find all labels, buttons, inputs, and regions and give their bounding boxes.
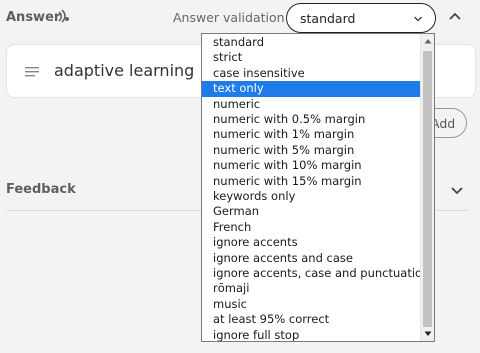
answer-validation-label: Answer validation (173, 10, 285, 25)
dropdown-option[interactable]: ignore accents, case and punctuation (202, 266, 429, 281)
dropdown-option[interactable]: standard (202, 35, 420, 50)
chevron-up-icon[interactable] (448, 11, 462, 21)
dropdown-option[interactable]: numeric with 15% margin (202, 174, 420, 189)
scroll-up-arrow-icon[interactable] (424, 38, 432, 44)
dropdown-option[interactable]: numeric with 1% margin (202, 127, 420, 142)
dropdown-option[interactable]: strict (202, 50, 420, 65)
feedback-section-title: Feedback (6, 182, 76, 197)
dropdown-option[interactable]: music (202, 297, 420, 312)
dropdown-scrollbar[interactable] (420, 34, 434, 341)
dropdown-option[interactable]: at least 95% correct (202, 312, 420, 327)
dropdown-option[interactable]: rōmaji (202, 281, 420, 296)
dropdown-option[interactable]: French (202, 220, 420, 235)
answer-validation-value: standard (300, 11, 356, 26)
dropdown-option[interactable]: keywords only (202, 189, 420, 204)
answer-text[interactable]: adaptive learning (54, 61, 194, 80)
dropdown-option-selected[interactable]: text only (202, 81, 420, 97)
answer-validation-select[interactable]: standard (286, 3, 436, 33)
audio-wave-icon[interactable] (56, 9, 72, 25)
answer-section-title: Answer (6, 10, 61, 25)
dropdown-option[interactable]: ignore accents (202, 235, 420, 250)
chevron-down-icon (414, 16, 422, 22)
dropdown-option[interactable]: numeric with 5% margin (202, 143, 420, 158)
dropdown-option[interactable]: numeric (202, 97, 420, 112)
answer-validation-dropdown[interactable]: standard strict case insensitive text only n… (201, 33, 435, 342)
dropdown-option[interactable]: ignore accents and case (202, 251, 420, 266)
dropdown-option[interactable]: ignore full stop (202, 328, 420, 341)
dropdown-option[interactable]: numeric with 10% margin (202, 158, 420, 173)
scrollbar-thumb[interactable] (423, 51, 432, 327)
chevron-down-icon[interactable] (450, 186, 464, 196)
dropdown-option[interactable]: numeric with 0.5% margin (202, 112, 420, 127)
scroll-down-arrow-icon[interactable] (424, 331, 432, 337)
drag-handle-icon[interactable] (25, 67, 39, 77)
dropdown-option[interactable]: German (202, 204, 420, 219)
dropdown-option[interactable]: case insensitive (202, 66, 420, 81)
